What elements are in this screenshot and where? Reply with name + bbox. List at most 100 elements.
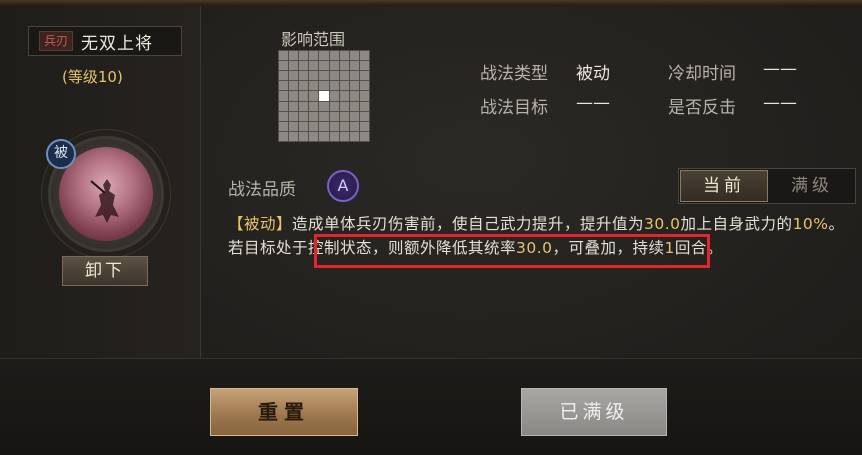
maxed-button: 已满级 bbox=[521, 388, 667, 436]
desc-value-2: 10% bbox=[792, 215, 829, 233]
range-cell bbox=[339, 121, 349, 131]
range-cell bbox=[339, 71, 349, 81]
range-cell bbox=[339, 81, 349, 91]
range-cell bbox=[329, 81, 339, 91]
range-cell bbox=[289, 81, 299, 91]
passive-badge: 被 bbox=[46, 139, 76, 169]
range-cell bbox=[279, 61, 289, 71]
range-cell bbox=[279, 71, 289, 81]
level-tab-group: 当前 满级 bbox=[678, 168, 856, 204]
range-cell bbox=[309, 91, 319, 101]
range-cell bbox=[319, 51, 329, 61]
range-cell bbox=[349, 51, 359, 61]
quality-grade-badge: A bbox=[327, 170, 359, 202]
range-cell bbox=[289, 121, 299, 131]
range-cell bbox=[349, 121, 359, 131]
skill-type-value: 被动 bbox=[576, 64, 610, 84]
target-label: 战法目标 bbox=[480, 98, 548, 118]
range-cell bbox=[299, 61, 309, 71]
range-cell bbox=[339, 131, 349, 141]
range-cell bbox=[329, 111, 339, 121]
range-cell bbox=[279, 101, 289, 111]
reset-button[interactable]: 重置 bbox=[210, 388, 358, 436]
range-cell bbox=[279, 121, 289, 131]
range-cell bbox=[319, 131, 329, 141]
range-cell bbox=[299, 91, 309, 101]
target-value: —— bbox=[576, 93, 610, 113]
range-cell bbox=[359, 101, 369, 111]
range-cell bbox=[329, 61, 339, 71]
range-cell bbox=[309, 51, 319, 61]
range-cell bbox=[339, 101, 349, 111]
range-cell bbox=[289, 111, 299, 121]
skill-name-box: 兵刃 无双上将 bbox=[28, 26, 182, 56]
range-cell bbox=[289, 101, 299, 111]
range-cell bbox=[339, 51, 349, 61]
range-cell bbox=[279, 91, 289, 101]
range-cell bbox=[279, 111, 289, 121]
range-cell bbox=[359, 51, 369, 61]
range-cell bbox=[349, 131, 359, 141]
range-cell bbox=[279, 51, 289, 61]
range-cell bbox=[359, 121, 369, 131]
damage-type-tag: 兵刃 bbox=[39, 31, 74, 51]
range-cell bbox=[339, 91, 349, 101]
range-cell bbox=[309, 71, 319, 81]
range-cell bbox=[309, 131, 319, 141]
range-cell bbox=[309, 111, 319, 121]
skill-type-label: 战法类型 bbox=[480, 64, 548, 84]
range-cell bbox=[299, 81, 309, 91]
range-cell bbox=[279, 81, 289, 91]
warrior-rider-icon bbox=[90, 179, 119, 223]
range-cell bbox=[319, 61, 329, 71]
red-highlight-box bbox=[314, 234, 710, 268]
desc-text-2: 加上自身武力的 bbox=[680, 215, 793, 233]
range-cell bbox=[349, 61, 359, 71]
range-cell bbox=[349, 101, 359, 111]
range-cell bbox=[319, 101, 329, 111]
range-cell bbox=[359, 61, 369, 71]
range-cell bbox=[299, 71, 309, 81]
range-cell bbox=[319, 81, 329, 91]
counter-value: —— bbox=[763, 93, 797, 113]
range-cell bbox=[309, 61, 319, 71]
range-cell bbox=[329, 91, 339, 101]
skill-level: (等级10) bbox=[62, 68, 123, 86]
range-title: 影响范围 bbox=[281, 30, 346, 49]
cooldown-value: —— bbox=[763, 59, 797, 79]
bottom-action-bar bbox=[0, 358, 862, 455]
range-cell bbox=[359, 81, 369, 91]
range-cell bbox=[339, 61, 349, 71]
range-cell bbox=[329, 131, 339, 141]
cooldown-label: 冷却时间 bbox=[668, 64, 736, 84]
range-cell bbox=[289, 61, 299, 71]
skill-name: 无双上将 bbox=[81, 33, 154, 54]
range-cell bbox=[309, 121, 319, 131]
range-cell bbox=[289, 91, 299, 101]
desc-value-1: 30.0 bbox=[644, 215, 681, 233]
range-cell bbox=[319, 71, 329, 81]
range-cell bbox=[349, 91, 359, 101]
range-cell bbox=[329, 71, 339, 81]
range-cell bbox=[359, 71, 369, 81]
tab-max-level[interactable]: 满级 bbox=[769, 169, 855, 203]
range-cell bbox=[289, 51, 299, 61]
range-cell bbox=[359, 131, 369, 141]
range-cell bbox=[359, 91, 369, 101]
range-cell bbox=[329, 51, 339, 61]
range-cell bbox=[349, 81, 359, 91]
range-cell bbox=[299, 121, 309, 131]
desc-text-1: 造成单体兵刃伤害前，使自己武力提升，提升值为 bbox=[292, 215, 645, 233]
range-cell bbox=[299, 131, 309, 141]
range-cell bbox=[349, 71, 359, 81]
range-cell bbox=[319, 111, 329, 121]
tab-current[interactable]: 当前 bbox=[680, 170, 768, 202]
range-cell bbox=[299, 101, 309, 111]
range-cell bbox=[299, 51, 309, 61]
range-cell bbox=[309, 81, 319, 91]
unequip-button[interactable]: 卸下 bbox=[62, 256, 148, 286]
range-cell-center bbox=[319, 91, 329, 101]
range-cell bbox=[309, 101, 319, 111]
range-cell bbox=[359, 111, 369, 121]
quality-label: 战法品质 bbox=[228, 180, 296, 200]
